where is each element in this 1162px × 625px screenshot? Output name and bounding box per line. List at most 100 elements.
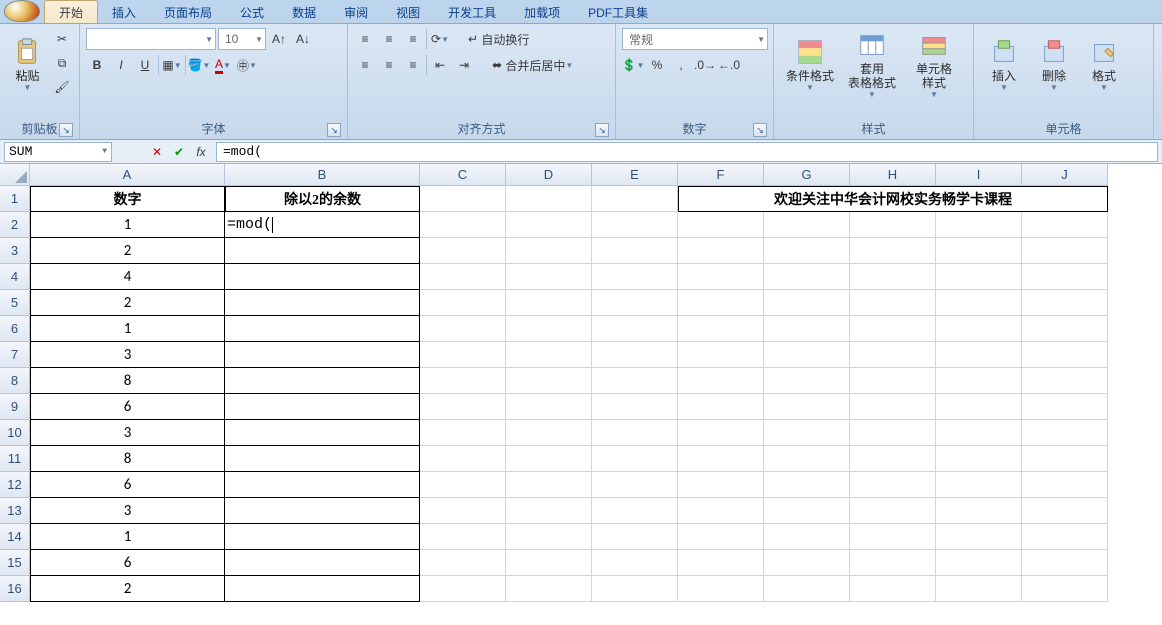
cell[interactable] <box>936 368 1022 394</box>
cell[interactable] <box>850 420 936 446</box>
cell[interactable]: 8 <box>30 446 225 472</box>
cell[interactable] <box>936 212 1022 238</box>
cell[interactable] <box>1022 394 1108 420</box>
orientation-button[interactable]: ⟳▼ <box>429 28 451 50</box>
cell[interactable] <box>420 550 506 576</box>
cell[interactable] <box>592 498 678 524</box>
cell[interactable] <box>936 264 1022 290</box>
cell[interactable] <box>1022 238 1108 264</box>
underline-button[interactable]: U <box>134 54 156 76</box>
cell[interactable] <box>850 576 936 602</box>
cell[interactable] <box>936 342 1022 368</box>
cell[interactable] <box>225 498 420 524</box>
cell[interactable] <box>420 394 506 420</box>
cell[interactable] <box>764 316 850 342</box>
cell[interactable] <box>850 472 936 498</box>
cell[interactable]: 3 <box>30 342 225 368</box>
cell[interactable] <box>678 420 764 446</box>
paste-button[interactable]: 粘贴 ▼ <box>6 28 49 100</box>
cell[interactable] <box>1022 550 1108 576</box>
row-header[interactable]: 4 <box>0 264 30 290</box>
italic-button[interactable]: I <box>110 54 132 76</box>
cell[interactable] <box>936 238 1022 264</box>
cell[interactable] <box>506 290 592 316</box>
col-header[interactable]: D <box>506 164 592 186</box>
row-header[interactable]: 2 <box>0 212 30 238</box>
cell[interactable] <box>420 186 506 212</box>
cell[interactable] <box>764 238 850 264</box>
cell[interactable] <box>420 576 506 602</box>
cell[interactable] <box>764 212 850 238</box>
tab-home[interactable]: 开始 <box>44 0 98 23</box>
cell[interactable] <box>936 420 1022 446</box>
cell[interactable] <box>506 394 592 420</box>
col-header[interactable]: H <box>850 164 936 186</box>
cell[interactable] <box>506 316 592 342</box>
cell[interactable] <box>592 420 678 446</box>
delete-cells[interactable]: 删除▼ <box>1030 28 1078 100</box>
cell[interactable] <box>1022 446 1108 472</box>
cell[interactable] <box>936 290 1022 316</box>
cell[interactable] <box>1022 264 1108 290</box>
row-header[interactable]: 6 <box>0 316 30 342</box>
phonetic-button[interactable]: ㊥▼ <box>236 54 258 76</box>
cell[interactable] <box>678 316 764 342</box>
cell[interactable] <box>420 212 506 238</box>
cell[interactable] <box>225 524 420 550</box>
row-header[interactable]: 3 <box>0 238 30 264</box>
cell[interactable] <box>1022 472 1108 498</box>
cell[interactable] <box>506 446 592 472</box>
indent-decrease[interactable]: ⇤ <box>429 54 451 76</box>
row-header[interactable]: 14 <box>0 524 30 550</box>
cell[interactable] <box>225 238 420 264</box>
cell[interactable] <box>225 394 420 420</box>
cell[interactable] <box>225 576 420 602</box>
copy-button[interactable]: ⧉ <box>51 52 73 74</box>
tab-view[interactable]: 视图 <box>382 1 434 23</box>
cell[interactable] <box>678 498 764 524</box>
office-button[interactable] <box>4 0 40 22</box>
cell[interactable] <box>1022 290 1108 316</box>
format-painter-button[interactable]: 🖌 <box>51 76 73 98</box>
cell[interactable] <box>592 472 678 498</box>
cell[interactable] <box>764 498 850 524</box>
cell[interactable] <box>1022 420 1108 446</box>
cell[interactable] <box>420 498 506 524</box>
format-cells[interactable]: 格式▼ <box>1080 28 1128 100</box>
select-all-corner[interactable] <box>0 164 30 186</box>
cell[interactable] <box>592 238 678 264</box>
col-header[interactable]: C <box>420 164 506 186</box>
accept-formula[interactable]: ✔ <box>168 142 190 162</box>
cell[interactable] <box>936 524 1022 550</box>
cell[interactable] <box>506 368 592 394</box>
row-header[interactable]: 1 <box>0 186 30 212</box>
cell[interactable] <box>850 446 936 472</box>
cell[interactable] <box>420 368 506 394</box>
row-header[interactable]: 15 <box>0 550 30 576</box>
name-box[interactable]: SUM▼ <box>4 142 112 162</box>
cell[interactable] <box>592 446 678 472</box>
comma-button[interactable]: , <box>670 54 692 76</box>
cell[interactable] <box>420 264 506 290</box>
cell[interactable] <box>225 446 420 472</box>
cell[interactable] <box>592 264 678 290</box>
halign-left[interactable]: ≡ <box>354 54 376 76</box>
col-header[interactable]: A <box>30 164 225 186</box>
row-header[interactable]: 11 <box>0 446 30 472</box>
cell[interactable] <box>764 524 850 550</box>
cell[interactable] <box>764 420 850 446</box>
valign-mid[interactable]: ≡ <box>378 28 400 50</box>
cell[interactable] <box>506 342 592 368</box>
cell[interactable] <box>936 446 1022 472</box>
cell[interactable] <box>225 290 420 316</box>
cell[interactable] <box>420 290 506 316</box>
wrap-text-button[interactable]: ↵ 自动换行 <box>463 28 534 50</box>
dialog-launcher[interactable]: ↘ <box>59 123 73 137</box>
cell-styles[interactable]: 单元格 样式▼ <box>904 28 964 100</box>
cell[interactable] <box>592 212 678 238</box>
cell[interactable] <box>850 498 936 524</box>
cell[interactable] <box>225 342 420 368</box>
cell[interactable] <box>850 342 936 368</box>
cell[interactable] <box>678 472 764 498</box>
cell[interactable]: 6 <box>30 394 225 420</box>
